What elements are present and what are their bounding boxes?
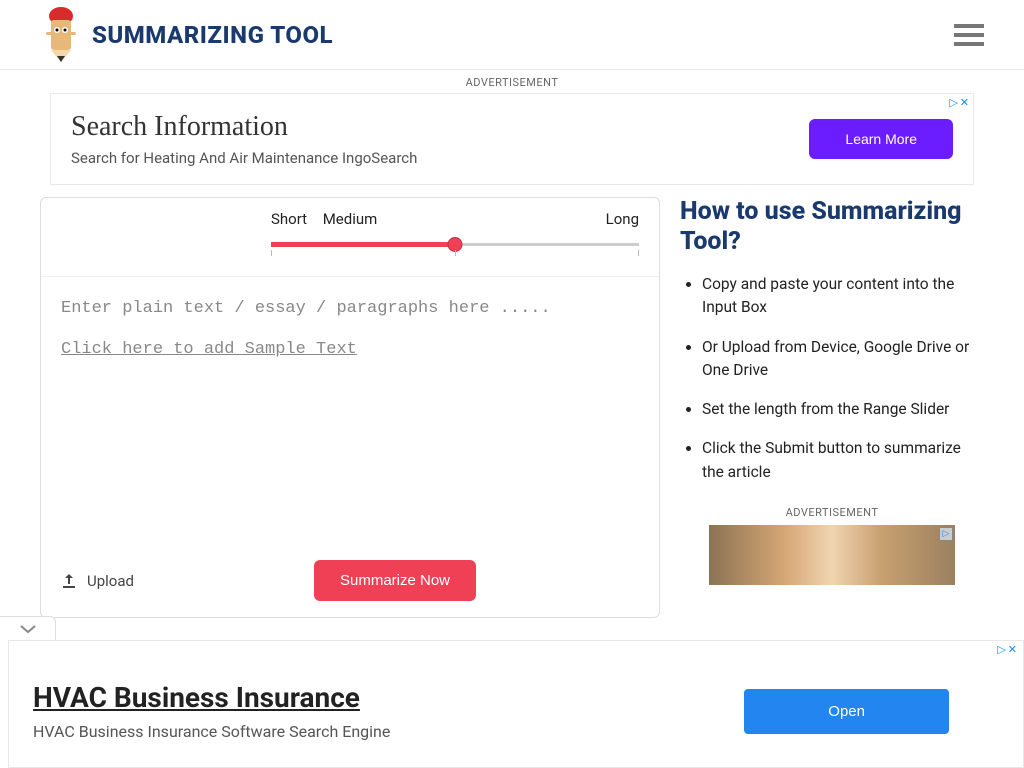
summarizer-panel: Short Medium Long Enter plain text / ess… (40, 197, 660, 618)
slider-label-short: Short (271, 210, 307, 228)
upload-label: Upload (87, 572, 134, 590)
expand-tab[interactable] (0, 616, 56, 640)
list-item: Or Upload from Device, Google Drive or O… (702, 336, 984, 383)
header: SUMMARIZING TOOL (0, 0, 1024, 70)
howto-title: How to use Summarizing Tool? (680, 197, 984, 257)
ad-choices-icon[interactable]: ▷ (939, 527, 953, 541)
ad-open-button[interactable]: Open (744, 689, 949, 734)
ad-description: Search for Heating And Air Maintenance I… (71, 149, 417, 167)
side-advertisement[interactable]: ▷ (709, 525, 955, 585)
slider-label-long: Long (606, 210, 639, 228)
list-item: Copy and paste your content into the Inp… (702, 273, 984, 320)
input-placeholder: Enter plain text / essay / paragraphs he… (61, 299, 639, 318)
upload-button[interactable]: Upload (61, 572, 134, 590)
text-input-area[interactable]: Enter plain text / essay / paragraphs he… (41, 276, 659, 546)
bottom-advertisement[interactable]: HVAC Business Insurance HVAC Business In… (8, 640, 1024, 768)
pencil-mascot-icon (40, 6, 82, 64)
list-item: Set the length from the Range Slider (702, 398, 984, 421)
ad-title: Search Information (71, 111, 417, 143)
sample-text-link[interactable]: Click here to add Sample Text (61, 340, 639, 359)
ad-description: HVAC Business Insurance Software Search … (33, 722, 390, 741)
ad-label-top: ADVERTISEMENT (0, 70, 1024, 93)
ad-info-controls[interactable]: ▷ ✕ (949, 96, 969, 109)
ad-label-side: ADVERTISEMENT (680, 506, 984, 519)
logo-text: SUMMARIZING TOOL (92, 21, 333, 49)
ad-choices-icon[interactable]: ▷ (949, 96, 957, 109)
upload-icon (61, 573, 77, 589)
slider-label-medium: Medium (323, 210, 378, 228)
ad-choices-icon[interactable]: ▷ (997, 643, 1005, 656)
menu-hamburger-icon[interactable] (954, 24, 984, 46)
howto-list: Copy and paste your content into the Inp… (680, 273, 984, 484)
logo[interactable]: SUMMARIZING TOOL (40, 6, 333, 64)
ad-title[interactable]: HVAC Business Insurance (33, 681, 390, 714)
ad-learn-more-button[interactable]: Learn More (809, 119, 953, 159)
length-slider[interactable] (271, 236, 639, 260)
chevron-down-icon (19, 623, 37, 635)
summarize-button[interactable]: Summarize Now (314, 560, 476, 601)
ad-info-controls[interactable]: ▷ ✕ (997, 643, 1017, 656)
ad-close-icon[interactable]: ✕ (960, 96, 969, 109)
list-item: Click the Submit button to summarize the… (702, 437, 984, 484)
length-slider-row: Short Medium Long (41, 198, 659, 276)
ad-close-icon[interactable]: ✕ (1008, 643, 1017, 656)
top-advertisement[interactable]: Search Information Search for Heating An… (50, 93, 974, 185)
